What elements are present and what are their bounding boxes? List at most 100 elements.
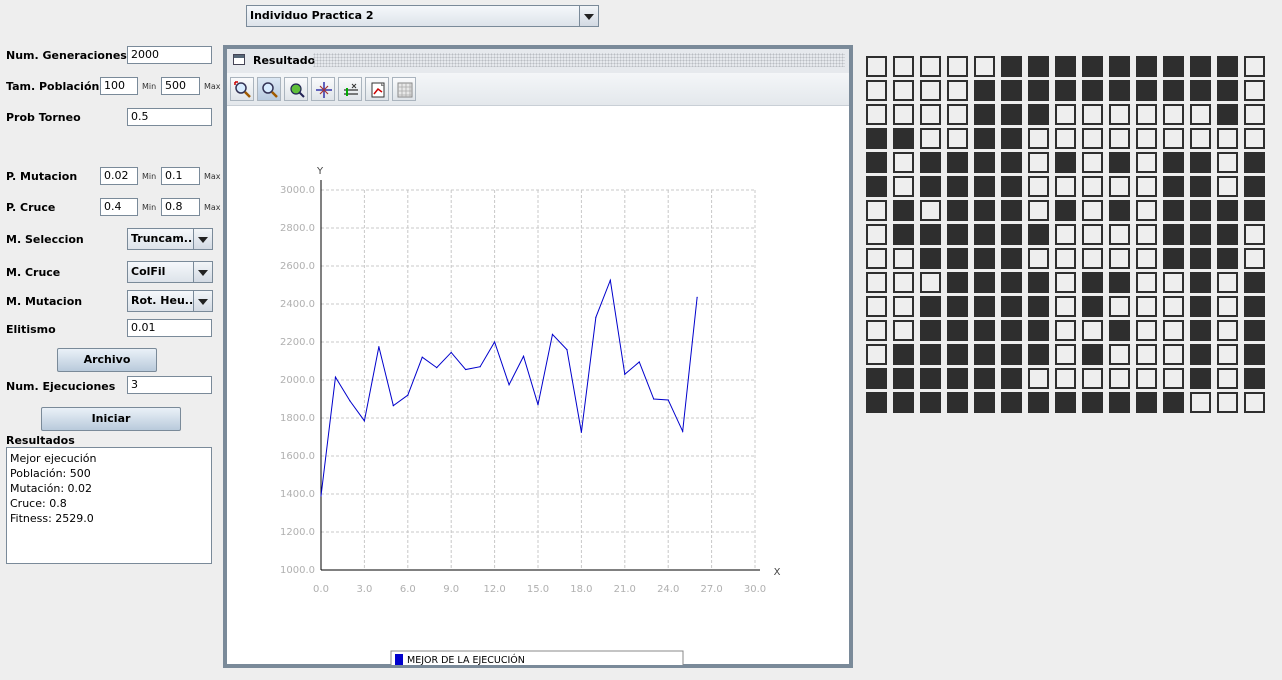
chevron-down-icon[interactable] [193,262,212,282]
data-point [653,398,655,400]
data-point [421,356,423,358]
board-cell [1244,272,1265,293]
y-tick-label: 1400.0 [280,489,315,500]
board-cell [1190,296,1211,317]
board-cell [1163,320,1184,341]
prob-torneo-field[interactable]: 0.5 [127,108,212,126]
y-tick-label: 3000.0 [280,185,315,196]
p-mutacion-label: P. Mutacion [6,170,78,183]
chevron-down-icon[interactable] [193,291,212,311]
board-cell [947,128,968,149]
num-ejecuciones-field[interactable]: 3 [127,376,212,394]
board-cell [1028,392,1049,413]
board-cell [920,296,941,317]
num-generaciones-label: Num. Generaciones [6,49,127,62]
board-cell [1028,80,1049,101]
board-cell [1055,128,1076,149]
board-cell [866,80,887,101]
board-cell [1190,104,1211,125]
board-cell [893,320,914,341]
individuo-combo[interactable]: Individuo Practica 2 [246,5,599,27]
board-cell [1028,272,1049,293]
p-cruce-min-field[interactable]: 0.4 [100,198,138,216]
data-point [682,430,684,432]
board-cell [1244,176,1265,197]
board-cell [947,248,968,269]
board-cell [1190,176,1211,197]
board-cell [1109,368,1130,389]
data-point [320,495,322,497]
m-seleccion-combo[interactable]: Truncam... [127,228,213,250]
board-cell [1217,272,1238,293]
y-tick-label: 2400.0 [280,299,315,310]
board-cell [866,176,887,197]
board-cell [947,104,968,125]
board-cell [1082,248,1103,269]
data-point [580,431,582,433]
board-cell [1163,224,1184,245]
p-mutacion-min-field[interactable]: 0.02 [100,167,138,185]
zoom-icon[interactable] [257,77,281,101]
resultado-title: Resultado [253,54,316,67]
board-cell [947,176,968,197]
board-cell [1109,104,1130,125]
data-point [378,346,380,348]
board-cell [974,272,995,293]
board-cell [1109,128,1130,149]
export-icon[interactable] [365,77,389,101]
board-cell [974,320,995,341]
board-cell [1163,152,1184,173]
board-cell [1190,392,1211,413]
board-cell [1136,80,1157,101]
results-textarea[interactable]: Mejor ejecución Población: 500 Mutación:… [6,447,212,564]
board-cell [1001,128,1022,149]
x-tick-label: 6.0 [400,584,416,595]
archivo-button[interactable]: Archivo [57,348,157,372]
board-cell [866,320,887,341]
data-point [696,296,698,298]
move-icon[interactable] [284,77,308,101]
board-cell [1136,392,1157,413]
tam-poblacion-max-field[interactable]: 500 [161,77,200,95]
y-tick-label: 2600.0 [280,261,315,272]
board-cell [866,152,887,173]
m-cruce-combo[interactable]: ColFil [127,261,213,283]
board-cell [866,248,887,269]
board-cell [974,152,995,173]
x-tick-label: 18.0 [570,584,592,595]
chevron-down-icon[interactable] [579,6,598,26]
elitismo-field[interactable]: 0.01 [127,319,212,337]
zoom-in-icon[interactable] [230,77,254,101]
board-cell [1028,296,1049,317]
board-cell [1217,176,1238,197]
grid-toggle-icon[interactable] [392,77,416,101]
p-mutacion-max-field[interactable]: 0.1 [161,167,200,185]
board-cell [1028,104,1049,125]
m-mutacion-combo[interactable]: Rot. Heu... [127,290,213,312]
board-cell [920,104,941,125]
board-cell [1217,344,1238,365]
resultado-titlebar[interactable]: Resultado [227,49,849,74]
board-cell [1082,272,1103,293]
center-icon[interactable] [311,77,335,101]
board-cell [1055,296,1076,317]
board-cell [920,224,941,245]
resultados-heading: Resultados [6,434,75,447]
axis-scale-icon[interactable] [338,77,362,101]
chevron-down-icon[interactable] [193,229,212,249]
board-cell [1244,152,1265,173]
board-cell [893,80,914,101]
data-point [450,351,452,354]
board-cell [947,344,968,365]
tam-poblacion-min-field[interactable]: 100 [100,77,138,95]
board-cell [920,320,941,341]
board-cell [974,200,995,221]
num-generaciones-field[interactable]: 2000 [127,46,212,64]
board-cell [1109,248,1130,269]
m-seleccion-label: M. Seleccion [6,233,84,246]
p-cruce-max-field[interactable]: 0.8 [161,198,200,216]
board-cell [1217,320,1238,341]
board-cell [866,104,887,125]
iniciar-button[interactable]: Iniciar [41,407,181,431]
data-point [638,361,640,363]
